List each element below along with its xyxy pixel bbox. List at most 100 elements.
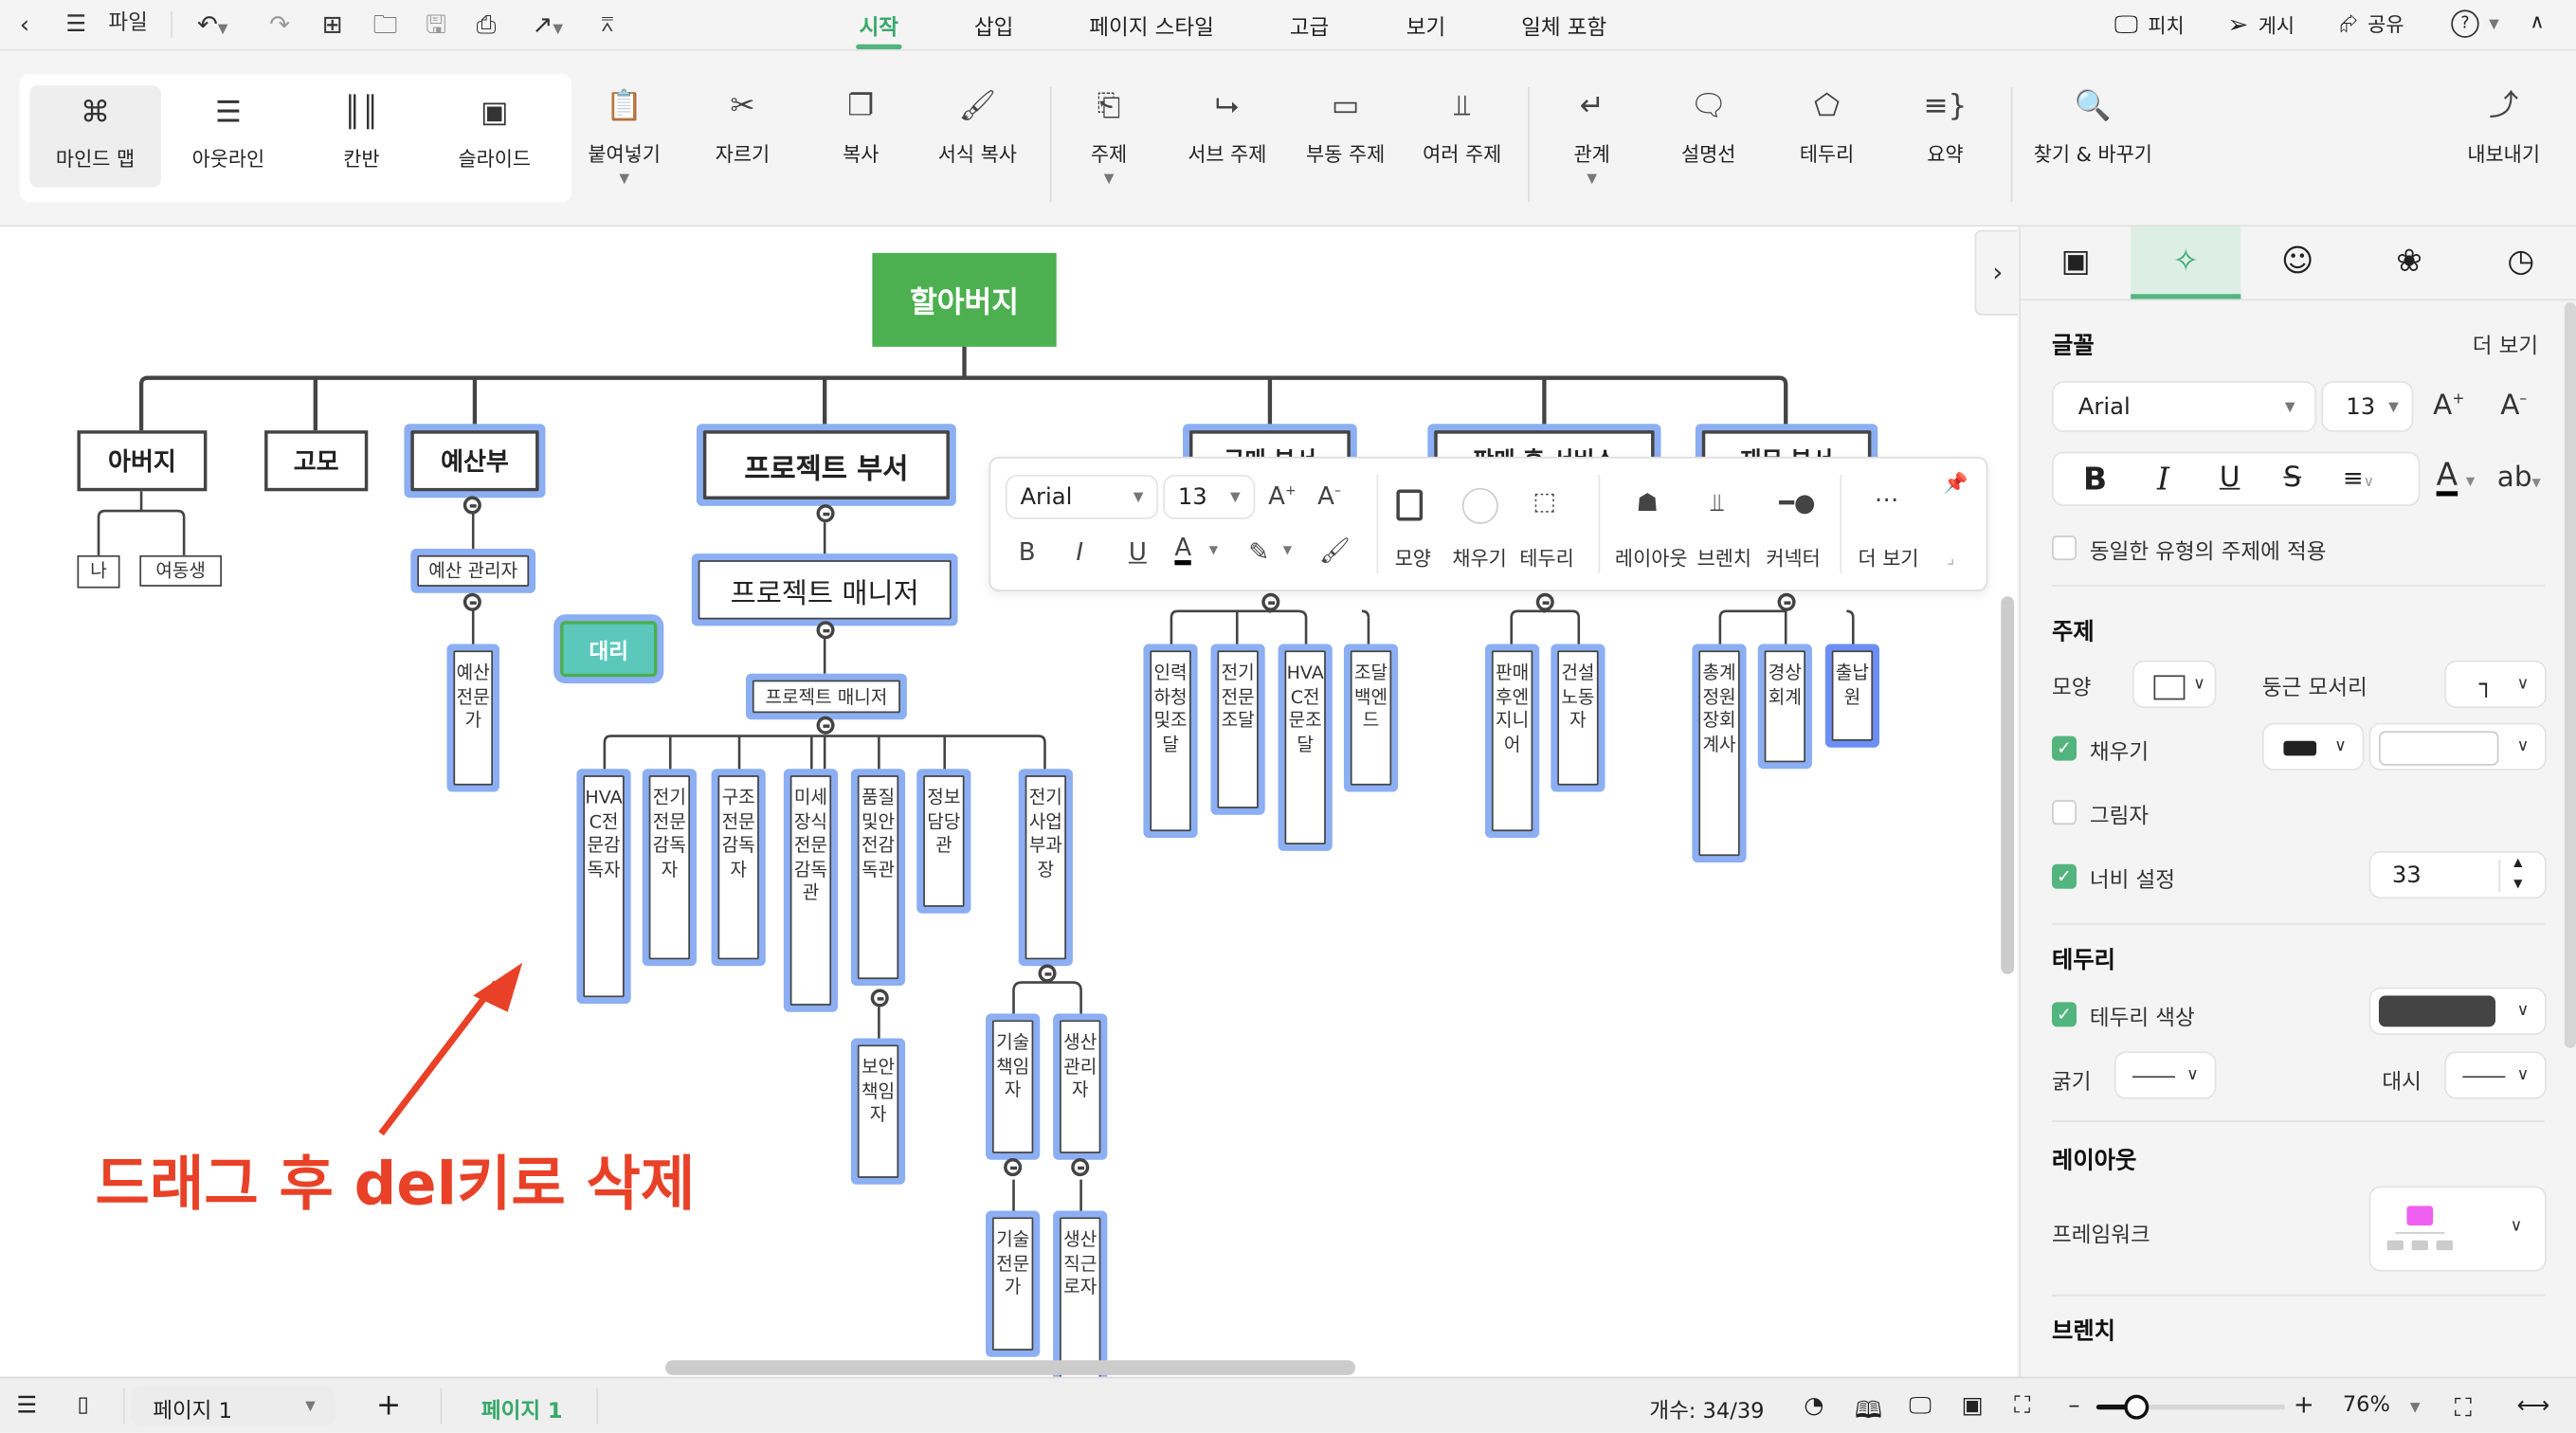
align-icon[interactable]: ≡∨ bbox=[2343, 463, 2374, 493]
zoom-level[interactable]: 76% bbox=[2343, 1393, 2390, 1418]
multiple-topics-button[interactable]: ⫫ 여러 주제 bbox=[1414, 87, 1510, 168]
layout-icon[interactable]: ☗ bbox=[1636, 488, 1658, 517]
presentation-icon[interactable]: 🖵 bbox=[1909, 1393, 1931, 1420]
new-icon[interactable]: ⊞ bbox=[322, 9, 343, 42]
tab-theme[interactable]: ❀ bbox=[2354, 227, 2464, 299]
map-view-icon[interactable]: 🕮 bbox=[1855, 1393, 1882, 1433]
tab-start[interactable]: 시작 bbox=[856, 9, 902, 50]
panel-size-select[interactable]: 13 ▼ bbox=[2321, 381, 2414, 432]
tab-page-style[interactable]: 페이지 스타일 bbox=[1089, 9, 1214, 41]
decrease-font-icon[interactable]: A– bbox=[1317, 481, 1341, 511]
increase-font-icon[interactable]: A+ bbox=[2433, 390, 2464, 423]
pin-icon[interactable]: 📌 bbox=[1944, 471, 1968, 494]
apply-same-type-checkbox[interactable] bbox=[2052, 535, 2077, 561]
bold-icon[interactable]: B bbox=[1019, 537, 1036, 567]
zoom-slider-knob[interactable] bbox=[2124, 1394, 2150, 1420]
page-tab[interactable]: 페이지 1 bbox=[481, 1393, 563, 1424]
connector-icon[interactable]: ━● bbox=[1779, 488, 1815, 517]
copy-button[interactable]: ❐ 복사 bbox=[822, 87, 900, 168]
file-menu[interactable]: 파일 bbox=[108, 9, 147, 42]
export-icon[interactable]: ↗▼ bbox=[533, 9, 563, 46]
add-page-icon[interactable]: + bbox=[376, 1388, 401, 1423]
increment-icon[interactable]: ▲ bbox=[2513, 856, 2522, 869]
topic-button[interactable]: ⎗ 주제 ▼ bbox=[1069, 87, 1148, 186]
panel-scrollbar[interactable] bbox=[2564, 301, 2576, 1048]
customize-icon[interactable]: ⩞ bbox=[601, 9, 613, 42]
fit-page-icon[interactable]: ▣ bbox=[1962, 1393, 1984, 1420]
kanban-view-button[interactable]: ║║ 칸반 bbox=[296, 85, 427, 187]
collapse-ribbon-icon[interactable]: ∧ bbox=[2530, 9, 2544, 32]
thickness-select[interactable]: ∨ bbox=[2113, 1051, 2217, 1099]
floating-topic-button[interactable]: ▭ 부동 주제 bbox=[1297, 87, 1393, 168]
width-checkbox[interactable]: ✓ bbox=[2052, 863, 2077, 889]
back-icon[interactable]: ‹ bbox=[20, 9, 29, 42]
corner-select[interactable]: ┐ ∨ bbox=[2444, 660, 2547, 709]
zoom-slider[interactable] bbox=[2095, 1394, 2286, 1420]
share-button[interactable]: ⮳ 공유 bbox=[2339, 9, 2404, 37]
border-icon[interactable]: ⬚ bbox=[1533, 486, 1556, 516]
fullscreen-icon[interactable]: ⛶ bbox=[2455, 1393, 2472, 1423]
underline-icon[interactable]: U bbox=[2220, 462, 2240, 495]
framework-select[interactable]: ∨ bbox=[2368, 1186, 2547, 1272]
italic-icon[interactable]: I bbox=[2157, 462, 2169, 498]
tab-ai[interactable]: ✧ bbox=[2131, 227, 2241, 299]
mouse-mode-icon[interactable]: ◔ bbox=[1804, 1393, 1823, 1420]
underline-icon[interactable]: U bbox=[1129, 537, 1147, 567]
highlight-ab-icon[interactable]: ab▼ bbox=[2497, 462, 2541, 495]
summary-button[interactable]: ≡} 요약 bbox=[1906, 87, 1985, 168]
redo-icon[interactable]: ↷ bbox=[269, 9, 290, 42]
horizontal-scrollbar[interactable] bbox=[665, 1360, 1356, 1375]
more-icon[interactable]: ⋯ bbox=[1875, 484, 1899, 514]
boundary-button[interactable]: ⬠ 테두리 bbox=[1787, 87, 1866, 168]
page-select[interactable]: 페이지 1 ▼ bbox=[131, 1386, 336, 1426]
print-icon[interactable]: ⎙ bbox=[477, 9, 497, 42]
tab-advanced[interactable]: 고급 bbox=[1290, 9, 1329, 41]
panel-toggle-chevron-icon[interactable]: › bbox=[1974, 229, 2018, 316]
highlight-icon[interactable]: ✎ bbox=[1248, 537, 1269, 567]
resize-icon[interactable]: ⌟ bbox=[1947, 551, 1954, 569]
fill-icon[interactable] bbox=[1461, 487, 1498, 524]
format-painter-button[interactable]: 🖌 서식 복사 bbox=[930, 87, 1025, 168]
format-painter-icon[interactable]: 🖌 bbox=[1319, 535, 1351, 565]
font-more-link[interactable]: 더 보기 bbox=[2473, 329, 2538, 360]
hamburger-icon[interactable]: ☰ bbox=[65, 9, 86, 42]
outline-marker-icon[interactable]: ☰ bbox=[16, 1393, 37, 1420]
decrease-font-icon[interactable]: A– bbox=[2500, 390, 2527, 423]
tab-history[interactable]: ◷ bbox=[2466, 227, 2576, 299]
save-icon[interactable]: 🖫 bbox=[426, 9, 446, 42]
bold-icon[interactable]: B bbox=[2083, 462, 2107, 498]
undo-icon[interactable]: ↶▼ bbox=[197, 9, 227, 46]
text-color-icon[interactable]: A bbox=[2436, 459, 2458, 497]
publish-button[interactable]: ➢ 게시 bbox=[2227, 9, 2295, 39]
fill-color-select[interactable]: ∨ bbox=[2261, 722, 2365, 771]
paste-button[interactable]: 📋 붙여넣기 ▼ bbox=[585, 87, 663, 186]
tab-marker[interactable]: ☺ bbox=[2242, 227, 2352, 299]
strikethrough-icon[interactable]: S bbox=[2283, 462, 2301, 495]
shape-icon[interactable] bbox=[1396, 489, 1424, 521]
pitch-button[interactable]: 🖵 피치 bbox=[2114, 9, 2185, 39]
tab-view[interactable]: 보기 bbox=[1406, 9, 1445, 41]
tab-insert[interactable]: 삽입 bbox=[974, 9, 1013, 41]
shadow-checkbox[interactable] bbox=[2052, 800, 2077, 825]
export-button[interactable]: ⤴ 내보내기 bbox=[2464, 87, 2543, 168]
callout-button[interactable]: 🗨 설명선 bbox=[1669, 87, 1748, 168]
fit-width-icon[interactable]: ⟷ bbox=[2517, 1393, 2550, 1420]
outline-view-button[interactable]: ☰ 아웃라인 bbox=[163, 85, 295, 187]
font-family-select[interactable]: Arial ▼ bbox=[1005, 474, 1159, 519]
dash-select[interactable]: ∨ bbox=[2444, 1051, 2547, 1099]
font-size-select[interactable]: 13 ▼ bbox=[1163, 474, 1256, 519]
zoom-out-icon[interactable]: – bbox=[2068, 1393, 2079, 1420]
shape-select[interactable]: ∨ bbox=[2132, 660, 2217, 709]
mindmap-view-button[interactable]: ⌘ 마인드 맵 bbox=[29, 85, 161, 188]
zoom-dropdown-icon[interactable]: ▼ bbox=[2410, 1400, 2421, 1415]
tab-style[interactable]: ▣ bbox=[2021, 227, 2131, 299]
border-color-checkbox[interactable]: ✓ bbox=[2052, 1002, 2077, 1027]
relationship-button[interactable]: ↵ 관계 ▼ bbox=[1552, 87, 1631, 186]
help-button[interactable]: ? ▼ bbox=[2451, 9, 2499, 38]
vertical-scrollbar[interactable] bbox=[2001, 596, 2015, 974]
page-panel-icon[interactable]: ▯ bbox=[77, 1393, 88, 1418]
fill-secondary-select[interactable]: ∨ bbox=[2368, 722, 2547, 771]
branch-icon[interactable]: ⫫ bbox=[1710, 488, 1724, 517]
fill-checkbox[interactable]: ✓ bbox=[2052, 735, 2077, 761]
slide-view-button[interactable]: ▣ 슬라이드 bbox=[428, 85, 560, 187]
